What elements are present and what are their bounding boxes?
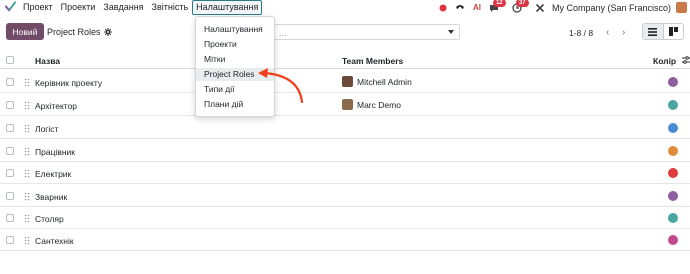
page-title: Project Roles (47, 27, 101, 37)
search-dropdown-caret-icon[interactable] (444, 26, 457, 38)
optional-columns-icon[interactable] (682, 56, 690, 64)
role-name: Сантехнік (35, 236, 74, 246)
color-swatch[interactable] (668, 100, 678, 110)
row-checkbox[interactable] (6, 214, 14, 222)
view-switcher (642, 23, 684, 40)
table-row[interactable]: Зварник (0, 185, 690, 207)
gear-icon[interactable] (103, 28, 112, 36)
row-checkbox[interactable] (6, 147, 14, 155)
menu-project[interactable]: Проект (19, 1, 57, 14)
row-checkbox[interactable] (6, 192, 14, 200)
member-name: Marc Demo (357, 99, 401, 110)
menu-configuration[interactable]: Налаштування (192, 0, 263, 15)
role-name: Логіст (35, 124, 59, 134)
app-checkmark-icon[interactable] (5, 1, 16, 12)
table-row[interactable]: Сантехнік (0, 229, 690, 251)
role-name: Зварник (35, 192, 68, 202)
color-swatch[interactable] (668, 77, 678, 87)
pager-next-icon[interactable]: › (622, 27, 625, 38)
tools-icon[interactable] (535, 3, 545, 13)
member-avatar (342, 99, 353, 110)
role-name: Столяр (35, 214, 64, 224)
pager-prev-icon[interactable]: ‹ (606, 27, 609, 38)
drag-handle-icon[interactable] (24, 214, 30, 223)
color-swatch[interactable] (668, 235, 678, 245)
table-row[interactable]: Електрик (0, 162, 690, 184)
kanban-view-icon[interactable] (663, 24, 683, 39)
column-name[interactable]: Назва (35, 56, 60, 66)
drag-handle-icon[interactable] (24, 236, 30, 245)
team-member-tag[interactable]: Mitchell Admin (342, 76, 412, 87)
role-name: Архітектор (35, 101, 78, 111)
color-swatch[interactable] (668, 146, 678, 156)
table-row[interactable]: Архітектор Marc Demo (0, 94, 690, 116)
dropdown-item-projects[interactable]: Проекти (196, 38, 274, 51)
menu-reporting[interactable]: Звітність (148, 1, 193, 14)
list-view-icon[interactable] (643, 24, 664, 39)
color-swatch[interactable] (668, 123, 678, 133)
recording-dot-icon[interactable] (438, 3, 448, 13)
dropdown-item-settings[interactable]: Налаштування (196, 23, 274, 36)
select-all-checkbox[interactable] (6, 56, 14, 64)
drag-handle-icon[interactable] (24, 147, 30, 156)
table-row[interactable]: Працівник (0, 140, 690, 162)
color-swatch[interactable] (668, 213, 678, 223)
row-checkbox[interactable] (6, 124, 14, 132)
annotation-arrow-icon (258, 68, 304, 104)
drag-handle-icon[interactable] (24, 78, 30, 87)
role-name: Працівник (35, 147, 75, 157)
company-switcher[interactable]: My Company (San Francisco) (552, 3, 671, 13)
column-team-members[interactable]: Team Members (342, 56, 403, 66)
drag-handle-icon[interactable] (24, 101, 30, 110)
row-checkbox[interactable] (6, 101, 14, 109)
clock-icon[interactable]: 37 (512, 0, 529, 13)
breadcrumb: Project Roles (47, 27, 112, 37)
member-name: Mitchell Admin (357, 76, 412, 87)
column-color[interactable]: Колір (653, 56, 676, 66)
activity-badge: 37 (515, 0, 529, 7)
chat-badge: 12 (492, 0, 506, 7)
search-placeholder: ... (279, 28, 287, 38)
phone-icon[interactable] (455, 3, 465, 13)
table-header: Назва Team Members Колір (0, 51, 690, 69)
member-avatar (342, 76, 353, 87)
color-swatch[interactable] (668, 191, 678, 201)
new-button[interactable]: Новий (6, 23, 44, 40)
team-member-tag[interactable]: Marc Demo (342, 99, 401, 110)
table-row[interactable]: Логіст (0, 117, 690, 139)
table-row[interactable]: Столяр (0, 207, 690, 229)
search-input[interactable]: ... (270, 24, 460, 40)
drag-handle-icon[interactable] (24, 192, 30, 201)
drag-handle-icon[interactable] (24, 169, 30, 178)
role-name: Керівник проекту (35, 78, 103, 88)
row-checkbox[interactable] (6, 78, 14, 86)
pager-value[interactable]: 1-8 / 8 (569, 28, 593, 38)
user-avatar[interactable] (676, 2, 687, 13)
row-checkbox[interactable] (6, 169, 14, 177)
table-row[interactable]: Керівник проекту Mitchell Admin (0, 71, 690, 93)
color-swatch[interactable] (668, 168, 678, 178)
chat-icon[interactable]: 12 (489, 0, 506, 13)
row-checkbox[interactable] (6, 236, 14, 244)
menu-tasks[interactable]: Завдання (99, 1, 147, 14)
menu-projects[interactable]: Проекти (57, 1, 100, 14)
role-name: Електрик (35, 169, 72, 179)
drag-handle-icon[interactable] (24, 124, 30, 133)
ai-icon[interactable]: AI (472, 3, 482, 13)
top-navbar: Проект Проекти Завдання Звітність Налашт… (0, 0, 690, 15)
systray: AI 12 37 My Company (San Francisco) (438, 0, 690, 15)
main-menu: Проект Проекти Завдання Звітність Налашт… (19, 0, 263, 15)
